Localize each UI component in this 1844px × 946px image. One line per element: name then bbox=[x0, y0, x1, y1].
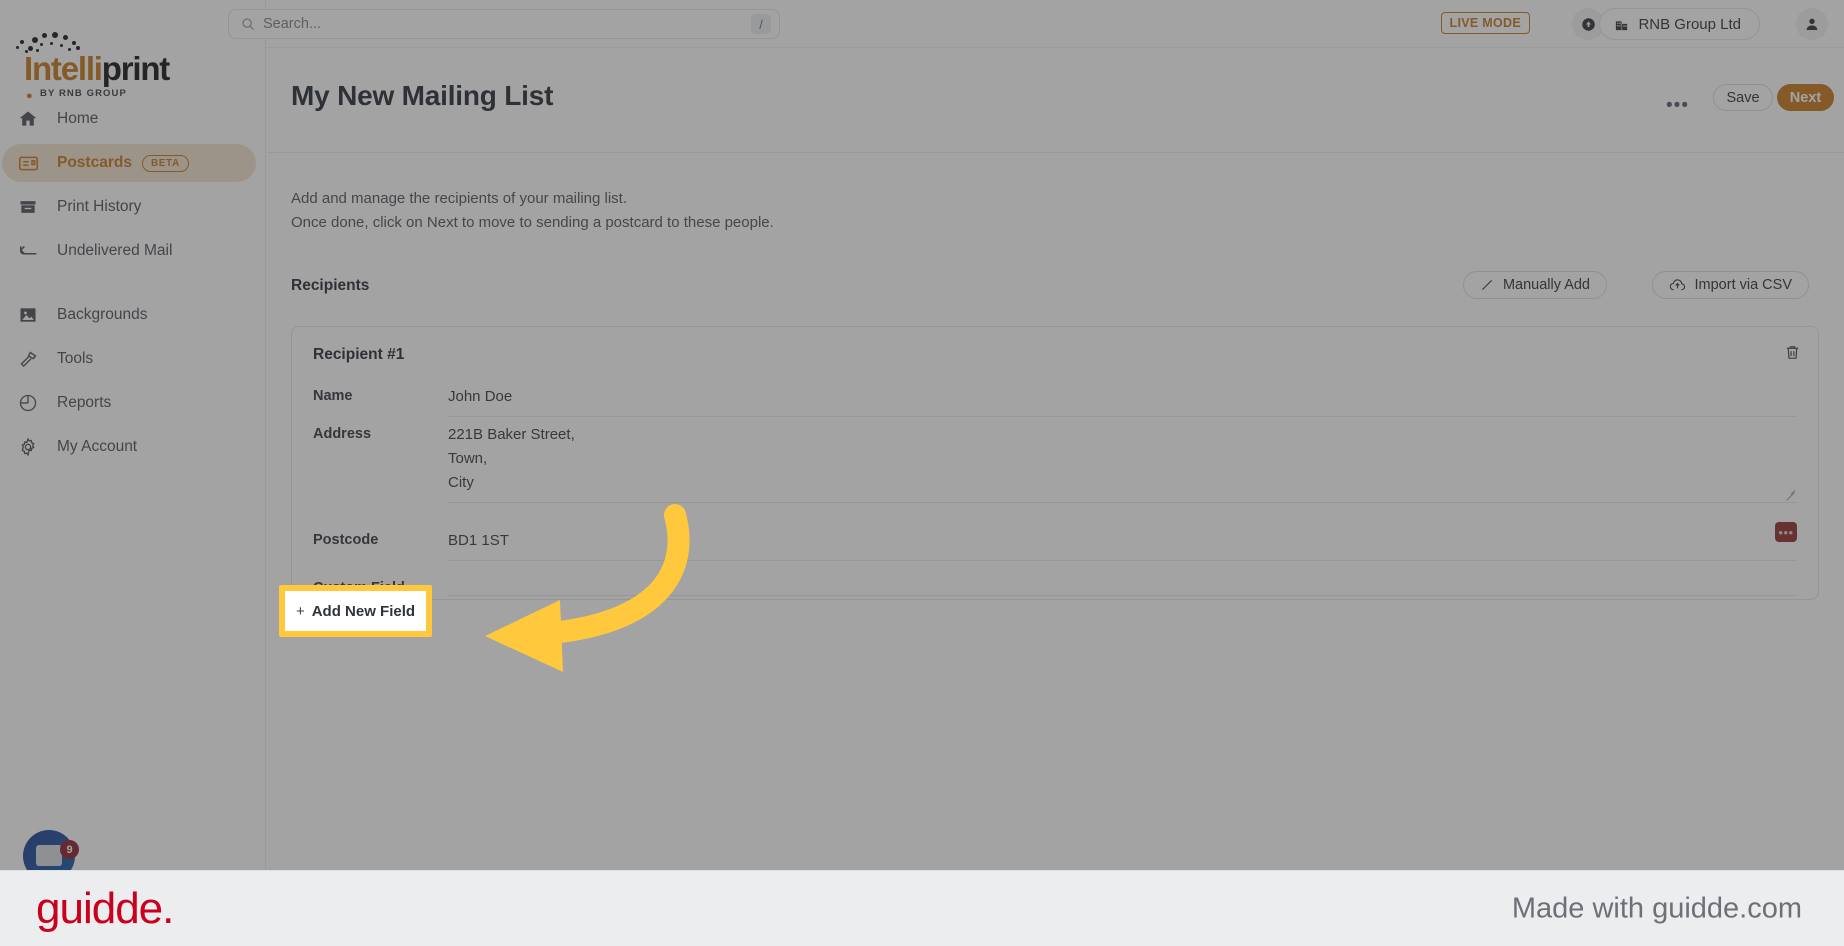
organization-name: RNB Group Ltd bbox=[1638, 15, 1741, 33]
sidebar-item-label: Undelivered Mail bbox=[57, 242, 173, 259]
field-value bbox=[448, 571, 1797, 584]
field-value: John Doe bbox=[448, 388, 513, 405]
more-options-button[interactable]: ••• bbox=[1666, 95, 1689, 117]
recipient-card: Recipient #1 Name John Doe Address 221B … bbox=[291, 326, 1819, 600]
status-badge-beta: BETA bbox=[141, 154, 189, 172]
logo-text-secondary: print bbox=[101, 50, 171, 87]
next-button[interactable]: Next bbox=[1777, 84, 1834, 111]
chat-bubble-icon bbox=[36, 845, 62, 866]
manually-add-label: Manually Add bbox=[1502, 277, 1590, 293]
field-postcode: Postcode BD1 1ST ••• bbox=[313, 522, 1797, 561]
logo-burst-icon bbox=[16, 32, 166, 54]
field-label: Postcode bbox=[313, 532, 379, 548]
gear-icon bbox=[18, 436, 44, 458]
search-shortcut-key: / bbox=[751, 14, 771, 34]
guidde-logo: guidde. bbox=[36, 883, 174, 933]
sidebar-item-tools[interactable]: Tools bbox=[2, 340, 256, 378]
field-custom: Custom Field bbox=[313, 571, 1797, 596]
sidebar-item-print-history[interactable]: Print History bbox=[2, 188, 256, 226]
live-mode-badge[interactable]: LIVE MODE bbox=[1440, 12, 1530, 34]
home-icon bbox=[18, 108, 44, 130]
user-avatar-button[interactable] bbox=[1796, 8, 1828, 40]
pencil-icon bbox=[1480, 278, 1494, 292]
postcode-input[interactable]: BD1 1ST ••• bbox=[448, 522, 1797, 561]
sidebar-item-reports[interactable]: Reports bbox=[2, 384, 256, 422]
sidebar-nav: Home Postcards BETA Print History Undeli… bbox=[0, 100, 266, 466]
trash-icon bbox=[1786, 346, 1799, 359]
logo-tagline: ● BY RNB GROUP bbox=[26, 88, 216, 102]
address-textarea[interactable]: 221B Baker Street, Town, City bbox=[448, 417, 1797, 503]
import-csv-button[interactable]: Import via CSV bbox=[1651, 271, 1809, 299]
sidebar-item-label: Postcards bbox=[57, 154, 132, 171]
page-header: My New Mailing List ••• Save Next bbox=[266, 48, 1844, 153]
upload-circle-icon bbox=[1581, 17, 1595, 31]
field-name: Name John Doe bbox=[313, 379, 1797, 417]
search-input[interactable]: Search... / bbox=[228, 9, 780, 39]
add-new-field-label: Add New Field bbox=[311, 602, 416, 620]
chat-widget-button[interactable]: 9 bbox=[23, 830, 79, 870]
custom-field-input[interactable] bbox=[448, 571, 1797, 596]
cloud-upload-icon bbox=[1669, 278, 1686, 293]
name-input[interactable]: John Doe bbox=[448, 379, 1797, 417]
archive-icon bbox=[18, 196, 44, 218]
organization-selector[interactable]: RNB Group Ltd bbox=[1599, 8, 1760, 40]
building-icon bbox=[1614, 17, 1629, 32]
sidebar-divider-gap bbox=[0, 270, 266, 296]
plus-icon: + bbox=[295, 602, 305, 620]
logo-tagline-text: BY RNB GROUP bbox=[40, 88, 127, 99]
logo-wordmark: Intelliprint bbox=[24, 52, 216, 85]
postcard-icon bbox=[18, 152, 44, 174]
page-title: My New Mailing List bbox=[291, 80, 554, 111]
sidebar-item-my-account[interactable]: My Account bbox=[2, 428, 256, 466]
search-placeholder: Search... bbox=[263, 16, 322, 32]
field-value: 221B Baker Street, Town, City bbox=[448, 426, 575, 491]
field-label: Address bbox=[313, 426, 372, 442]
postcode-status-badge[interactable]: ••• bbox=[1775, 522, 1797, 542]
application-window: Intelliprint ● BY RNB GROUP Home Postcar… bbox=[0, 0, 1844, 870]
made-with-text: Made with guidde.com bbox=[1511, 892, 1802, 924]
recipients-section-header: Recipients Manually Add Import via CSV bbox=[291, 271, 1819, 305]
sidebar-item-label: Print History bbox=[57, 198, 142, 215]
sidebar-item-undelivered-mail[interactable]: Undelivered Mail bbox=[2, 232, 256, 270]
search-icon bbox=[241, 17, 255, 31]
field-label: Custom Field bbox=[313, 580, 405, 596]
page-description-line-2: Once done, click on Next to move to send… bbox=[291, 214, 774, 231]
return-arrow-icon bbox=[18, 240, 44, 262]
field-value: BD1 1ST bbox=[448, 532, 509, 549]
top-bar: Search... / LIVE MODE RNB Group Ltd bbox=[228, 0, 1844, 48]
chat-unread-badge: 9 bbox=[60, 840, 79, 859]
page-description-line-1: Add and manage the recipients of your ma… bbox=[291, 190, 628, 207]
sidebar-item-label: Tools bbox=[57, 350, 94, 367]
sidebar-item-backgrounds[interactable]: Backgrounds bbox=[2, 296, 256, 334]
import-csv-label: Import via CSV bbox=[1694, 277, 1793, 293]
app-logo[interactable]: Intelliprint ● BY RNB GROUP bbox=[16, 32, 216, 102]
sidebar-item-label: Backgrounds bbox=[57, 306, 148, 323]
save-button[interactable]: Save bbox=[1713, 84, 1773, 111]
sidebar: Intelliprint ● BY RNB GROUP Home Postcar… bbox=[0, 0, 266, 870]
sidebar-item-label: Reports bbox=[57, 394, 112, 411]
hammer-icon bbox=[18, 348, 44, 370]
user-icon bbox=[1806, 18, 1818, 30]
manually-add-button[interactable]: Manually Add bbox=[1462, 271, 1607, 299]
image-icon bbox=[18, 304, 44, 326]
field-address: Address 221B Baker Street, Town, City bbox=[313, 417, 1797, 503]
sidebar-item-label: My Account bbox=[57, 438, 138, 455]
recipient-title: Recipient #1 bbox=[313, 346, 405, 363]
main-content: Add and manage the recipients of your ma… bbox=[266, 153, 1844, 600]
guidde-footer: guidde. Made with guidde.com bbox=[0, 870, 1844, 946]
delete-recipient-button[interactable] bbox=[1784, 344, 1801, 361]
pie-chart-icon bbox=[18, 392, 44, 414]
resize-handle[interactable] bbox=[1785, 489, 1795, 499]
sidebar-item-home[interactable]: Home bbox=[2, 100, 256, 138]
sidebar-item-label: Home bbox=[57, 110, 99, 127]
sidebar-item-postcards[interactable]: Postcards BETA bbox=[2, 144, 256, 182]
field-label: Name bbox=[313, 388, 353, 404]
logo-text-primary: Intelli bbox=[24, 50, 103, 87]
